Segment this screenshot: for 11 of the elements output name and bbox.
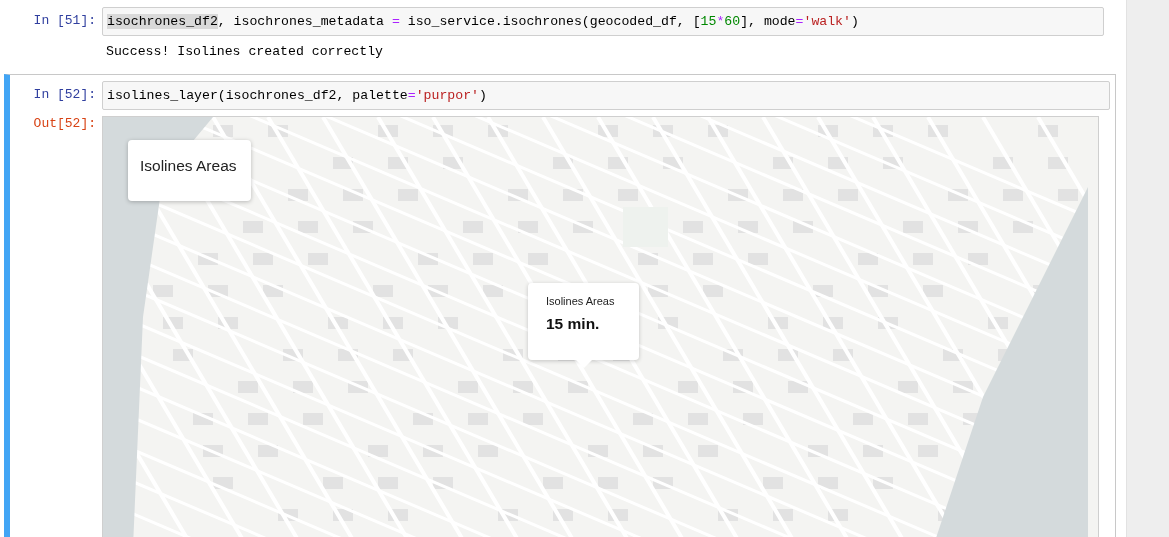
code-input[interactable]: isolines_layer(isochrones_df2, palette='purpor') <box>102 81 1110 110</box>
output-text: Success! Isolines created correctly <box>105 43 384 61</box>
input-prompt: In [51]: <box>32 12 97 28</box>
scrollbar[interactable] <box>1126 0 1169 537</box>
notebook-cell[interactable]: In [51]: isochrones_df2, isochrones_metadata = iso_service.isochrones(geocoded_df, [15*60], mode='walk') Success! Isolines created correctly <box>4 6 1110 68</box>
tooltip: Isolines Areas 15 min. <box>528 283 639 368</box>
selected-cell[interactable]: In [52]: isolines_layer(isochrones_df2, palette='purpor') Out[52]: Isolines Areas Isolines Areas 15 min. <box>4 74 1116 537</box>
code-input[interactable]: isochrones_df2, isochrones_metadata = iso_service.isochrones(geocoded_df, [15*60], mode='walk') <box>102 7 1104 36</box>
output-prompt: Out[52]: <box>32 115 97 131</box>
input-prompt: In [52]: <box>32 86 97 102</box>
legend-card: Isolines Areas <box>128 140 251 201</box>
